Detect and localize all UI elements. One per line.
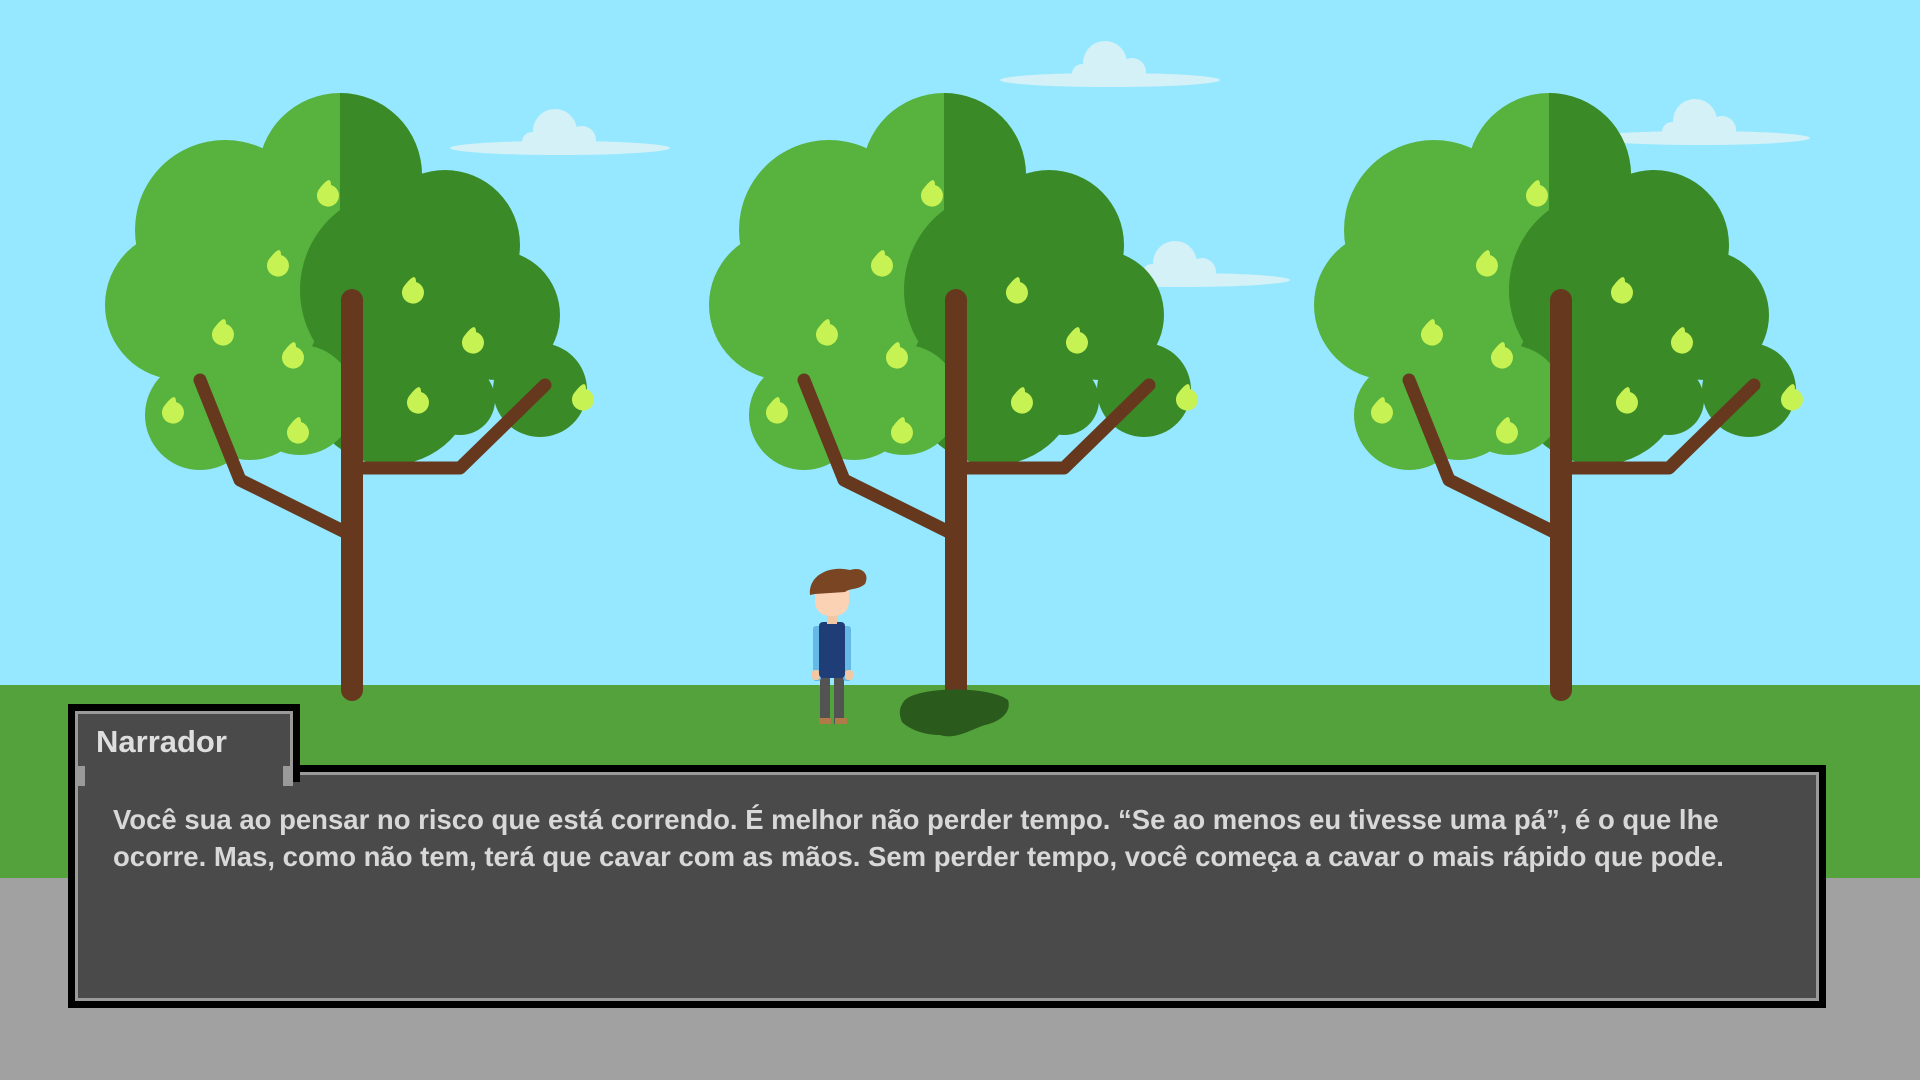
speaker-name: Narrador xyxy=(96,724,227,759)
dialogue-box[interactable]: Você sua ao pensar no risco que está cor… xyxy=(68,765,1826,1008)
dialogue-text: Você sua ao pensar no risco que está cor… xyxy=(113,804,1724,872)
